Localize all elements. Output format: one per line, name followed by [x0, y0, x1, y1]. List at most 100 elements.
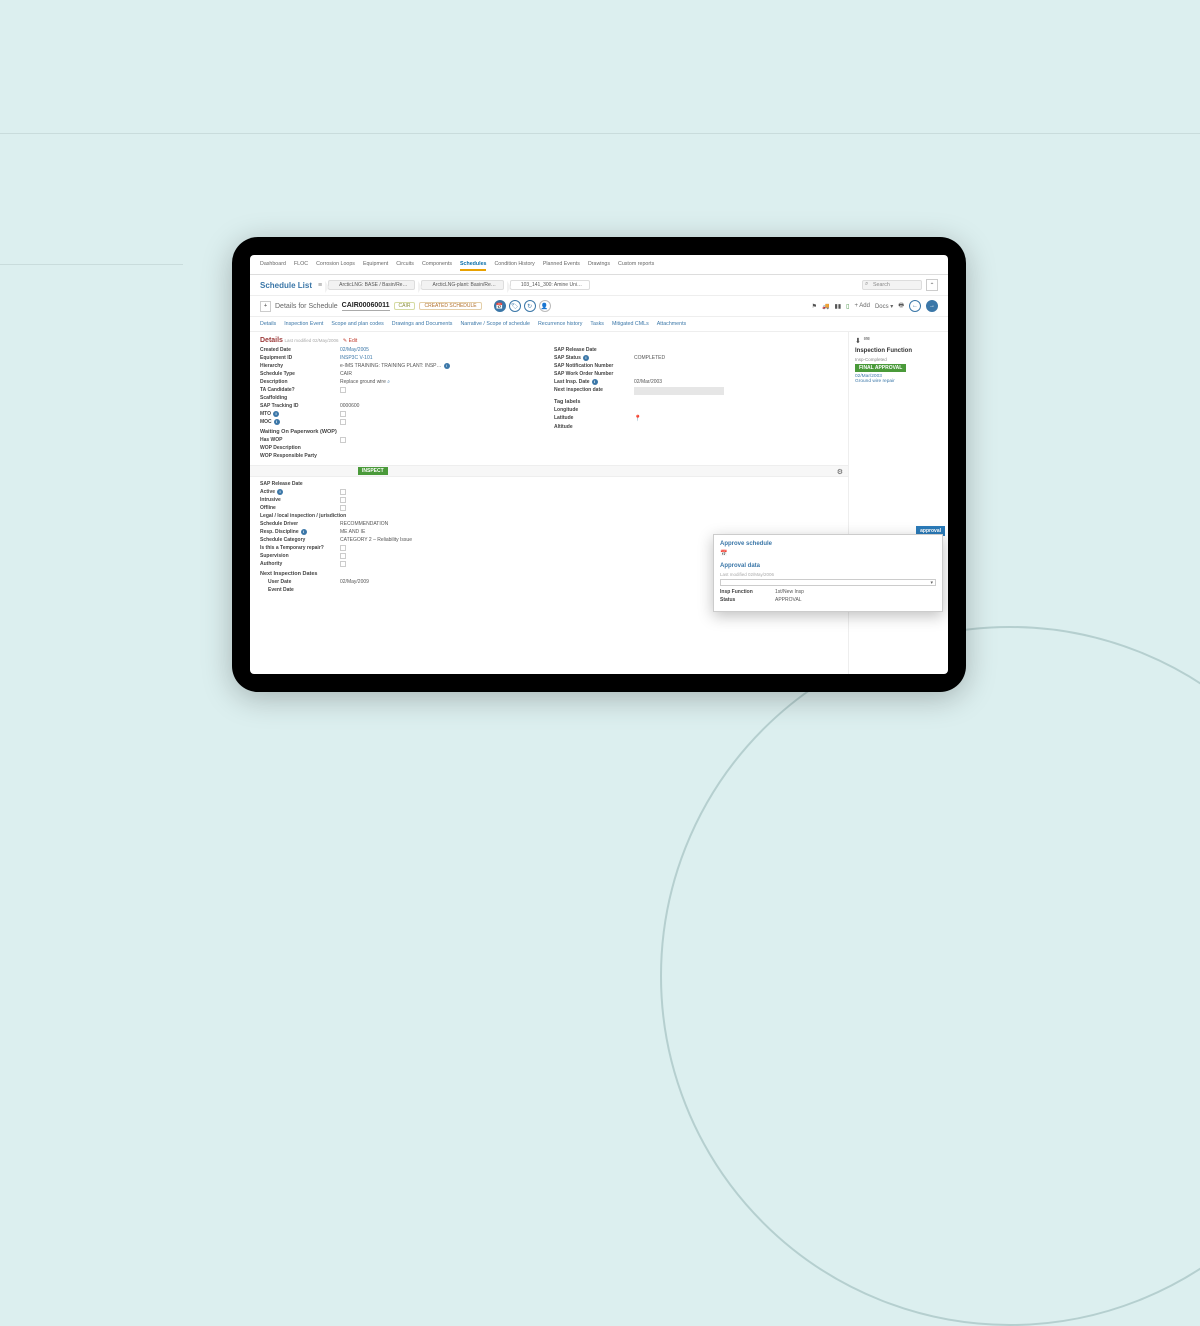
approval-data-heading: Approval data [720, 563, 936, 569]
tab-mitigated-cmls[interactable]: Mitigated CMLs [612, 321, 649, 327]
created-date-label: Created Date [260, 347, 340, 353]
sap-tracking-label: SAP Tracking ID [260, 403, 340, 409]
has-wop-checkbox[interactable] [340, 437, 346, 443]
tab-scope-plan[interactable]: Scope and plan codes [331, 321, 383, 327]
active-checkbox[interactable] [340, 489, 346, 495]
inspect-badge[interactable]: INSPECT [358, 467, 388, 475]
moc-checkbox[interactable] [340, 419, 346, 425]
tab-drawings-documents[interactable]: Drawings and Documents [392, 321, 453, 327]
temp-repair-checkbox[interactable] [340, 545, 346, 551]
tab-inspection-event[interactable]: Inspection Event [284, 321, 323, 327]
scaffolding-label: Scaffolding [260, 395, 340, 401]
tab-narrative[interactable]: Narrative / Scope of schedule [460, 321, 530, 327]
info-icon[interactable]: i [301, 529, 307, 535]
nav-circuits[interactable]: Circuits [396, 261, 414, 271]
info-icon[interactable]: i [583, 355, 589, 361]
schedule-id: CAIR00060011 [342, 302, 390, 311]
app-screen: Dashboard FLOC Corrosion Loops Equipment… [250, 255, 948, 674]
tag-labels-heading: Tag labels [554, 399, 838, 405]
nav-dashboard[interactable]: Dashboard [260, 261, 286, 271]
supervision-checkbox[interactable] [340, 553, 346, 559]
nav-components[interactable]: Components [422, 261, 452, 271]
moc-label: MOCi [260, 419, 340, 425]
breadcrumb-3[interactable]: 103_141_300: Amine Uni… [510, 280, 590, 290]
authority-checkbox[interactable] [340, 561, 346, 567]
search-icon[interactable]: ⌕ [387, 379, 390, 385]
nav-condition-history[interactable]: Condition History [494, 261, 534, 271]
active-label: Activei [260, 489, 340, 495]
calendar-icon[interactable]: 📅 [494, 300, 506, 312]
add-dropdown[interactable]: + Add [854, 303, 870, 309]
pin-icon[interactable]: 📍 [634, 415, 641, 422]
ta-candidate-label: TA Candidate? [260, 387, 340, 393]
mto-checkbox[interactable] [340, 411, 346, 417]
details-heading: Details [260, 337, 283, 344]
barcode-icon[interactable]: ▮▮ [835, 303, 842, 310]
altitude-label: Altitude [554, 424, 634, 430]
truck-icon[interactable]: 🚚 [822, 303, 829, 310]
nav-equipment[interactable]: Equipment [363, 261, 388, 271]
info-icon[interactable]: i [273, 411, 279, 417]
print-icon[interactable]: 🖶 [898, 301, 904, 311]
search-input[interactable]: Search [862, 280, 922, 290]
edit-button[interactable]: Edit [349, 338, 358, 344]
tab-tasks[interactable]: Tasks [590, 321, 604, 327]
status-value: APPROVAL [775, 597, 802, 603]
refresh-icon[interactable]: ↻ [524, 300, 536, 312]
nav-floc[interactable]: FLOC [294, 261, 308, 271]
breadcrumb-1[interactable]: ArcticLNG: BASE / Basin/Re… [328, 280, 415, 290]
doc-icon[interactable]: ▯ [846, 303, 849, 310]
breadcrumb-2[interactable]: ArcticLNG-plant: Basin/Re… [421, 280, 503, 290]
status-label: Status [720, 597, 775, 603]
next-insp-input[interactable] [634, 387, 724, 395]
authority-label: Authority [260, 561, 340, 567]
tag-created-schedule: CREATED SCHEDULE [419, 302, 481, 310]
tag-icon[interactable]: 🏷 [509, 300, 521, 312]
latitude-label: Latitude [554, 415, 634, 421]
ta-candidate-checkbox[interactable] [340, 387, 346, 393]
download-icon[interactable]: ⬇ [855, 337, 861, 345]
details-for-label: Details for Schedule [275, 303, 338, 310]
temp-repair-label: Is this a Temporary repair? [260, 545, 340, 551]
flag-icon[interactable]: ⚑ [812, 303, 817, 310]
final-approval-badge: FINAL APPROVAL [855, 364, 906, 372]
tablet-frame: Dashboard FLOC Corrosion Loops Equipment… [232, 237, 966, 692]
side-desc-link[interactable]: Ground wire repair [855, 379, 942, 384]
intrusive-checkbox[interactable] [340, 497, 346, 503]
created-date-value[interactable]: 02/May/2005 [340, 347, 369, 353]
gear-icon[interactable]: ⚙ [837, 468, 843, 476]
user-icon[interactable]: 👤 [539, 300, 551, 312]
filter-icon[interactable]: ⎃ [864, 337, 870, 345]
driver-value: RECOMMENDATION [340, 521, 388, 527]
approval-select[interactable] [720, 579, 936, 586]
nav-schedules[interactable]: Schedules [460, 261, 487, 271]
tab-recurrence[interactable]: Recurrence history [538, 321, 582, 327]
nav-custom-reports[interactable]: Custom reports [618, 261, 654, 271]
next-insp-label: Next inspection date [554, 387, 634, 393]
lower-left-column: SAP Release Date Activei Intrusive Offli… [260, 481, 544, 595]
nav-corrosion-loops[interactable]: Corrosion Loops [316, 261, 355, 271]
side-panel: ⬇ ⎃ Inspection Function Insp-Completed F… [848, 332, 948, 674]
calendar-icon[interactable]: 📅 [720, 551, 727, 557]
prev-arrow-icon[interactable]: ← [909, 300, 921, 312]
pencil-icon[interactable]: ✎ [343, 338, 347, 344]
info-icon[interactable]: i [274, 419, 280, 425]
tab-attachments[interactable]: Attachments [657, 321, 686, 327]
resp-disc-label: Resp. Disciplinei [260, 529, 340, 535]
tab-details[interactable]: Details [260, 321, 276, 327]
equipment-id-value[interactable]: INSP3C V-101 [340, 355, 373, 361]
nav-planned-events[interactable]: Planned Events [543, 261, 580, 271]
collapse-button[interactable]: ⌃ [926, 279, 938, 291]
offline-checkbox[interactable] [340, 505, 346, 511]
docs-dropdown[interactable]: Docs ▾ [875, 303, 893, 310]
approve-popup: Approve schedule 📅 Approval data Last mo… [713, 534, 943, 612]
longitude-label: Longitude [554, 407, 634, 413]
left-column: Created Date02/May/2005 Equipment IDINSP… [260, 347, 544, 461]
info-icon[interactable]: i [277, 489, 283, 495]
next-arrow-icon[interactable]: → [926, 300, 938, 312]
info-icon[interactable]: i [592, 379, 598, 385]
nav-drawings[interactable]: Drawings [588, 261, 610, 271]
info-icon[interactable]: i [444, 363, 450, 369]
add-button[interactable]: + [260, 301, 271, 312]
sap-status-value: COMPLETED [634, 355, 665, 361]
